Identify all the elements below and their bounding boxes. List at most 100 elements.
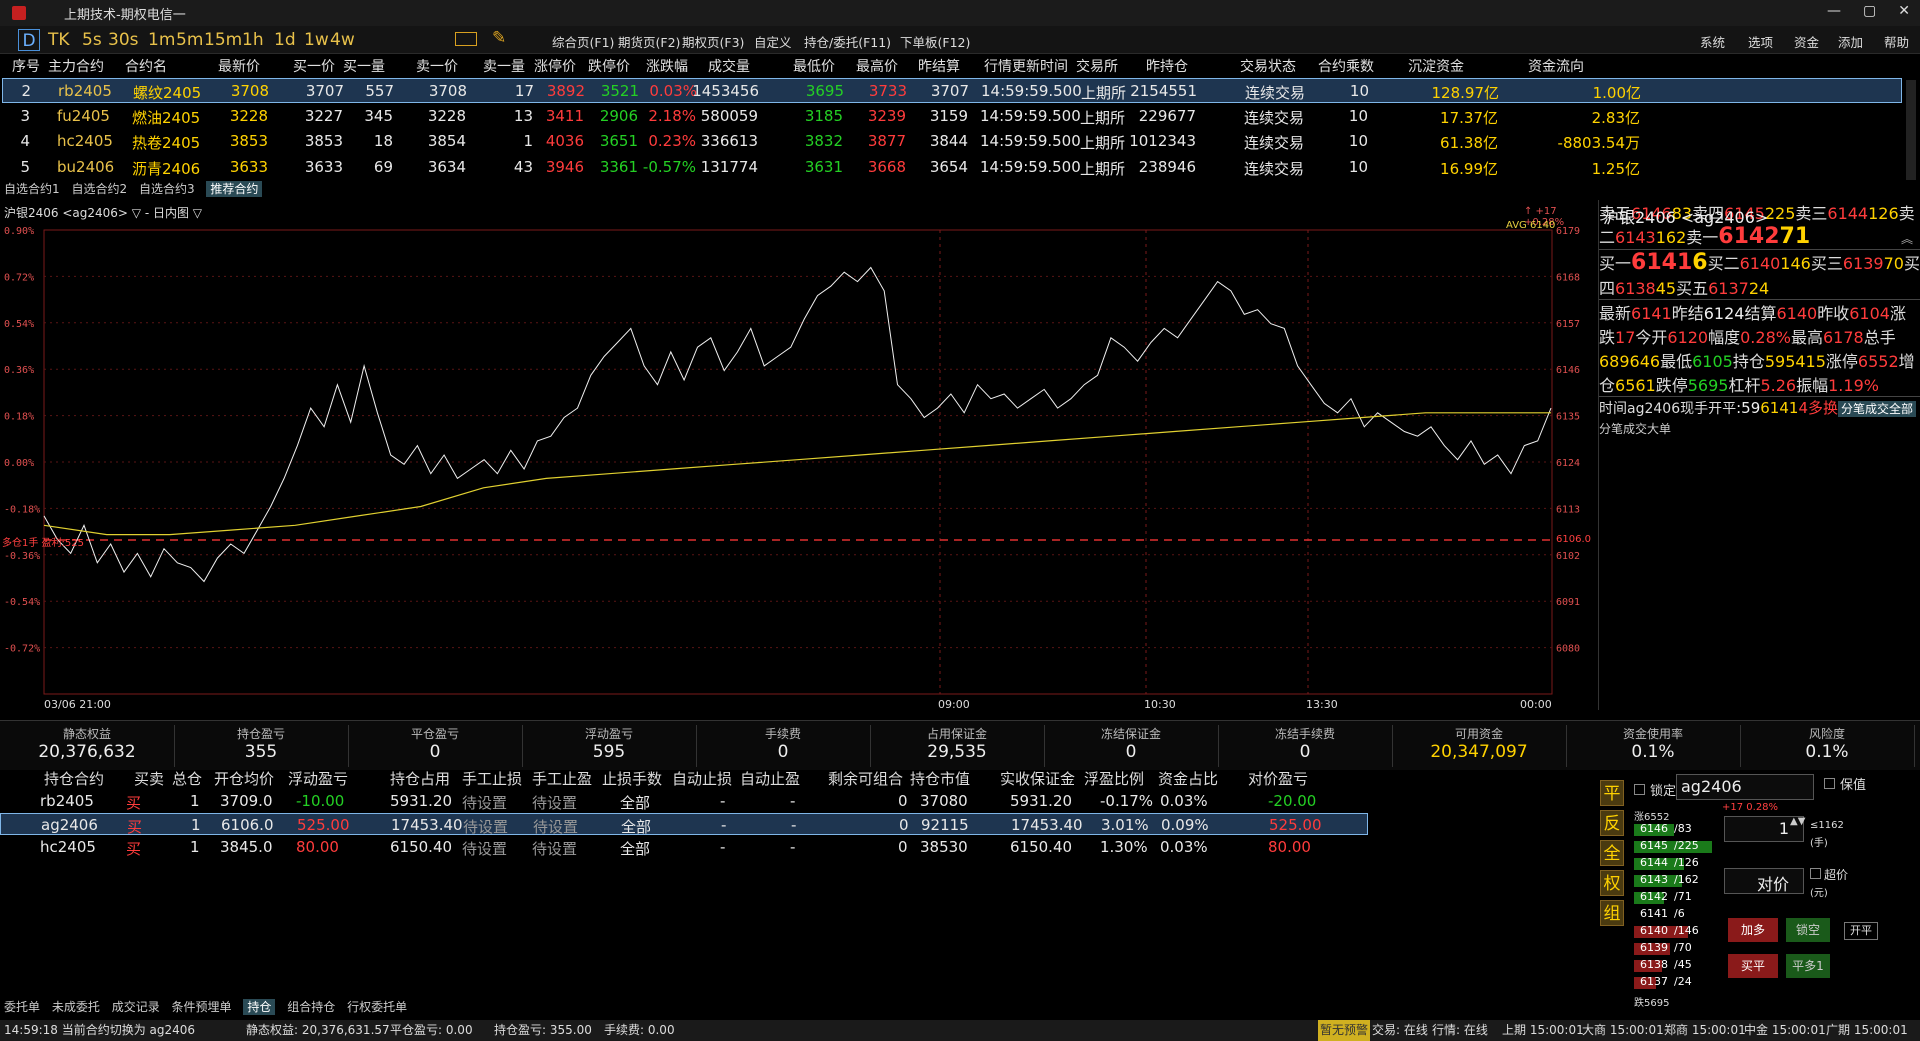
market-col-header[interactable]: 主力合约 bbox=[48, 56, 104, 76]
market-col-header[interactable]: 沉淀资金 bbox=[1408, 56, 1464, 76]
position-cell-sl[interactable]: 待设置 bbox=[462, 792, 507, 813]
position-col-header[interactable]: 总仓 bbox=[172, 768, 202, 789]
position-cell-tp[interactable]: 待设置 bbox=[532, 792, 577, 813]
timeframe-5m[interactable]: 5m bbox=[176, 29, 203, 51]
position-row[interactable]: hc2405 买 1 3845.0 80.00 6150.40 待设置 待设置 全部 - - 0 385… bbox=[0, 836, 1380, 858]
side-button-4[interactable]: 组 bbox=[1600, 900, 1624, 926]
tab-trades[interactable]: 成交记录 bbox=[112, 1000, 160, 1014]
tab-watch-2[interactable]: 自选合约2 bbox=[71, 182, 127, 196]
hedge-checkbox[interactable] bbox=[1824, 778, 1835, 789]
position-col-header[interactable]: 自动止损 bbox=[672, 768, 732, 789]
tab-big-ticks[interactable]: 分笔成交大单 bbox=[1599, 422, 1671, 436]
timeframe-15m[interactable]: 15m bbox=[204, 29, 242, 51]
position-col-header[interactable]: 对价盈亏 bbox=[1248, 768, 1308, 789]
market-row[interactable]: 4 hc2405 热卷2405 3853 3853 18 3854 1 4036 3651 0.23… bbox=[2, 129, 1902, 154]
menu-positions[interactable]: 持仓/委托(F11) bbox=[804, 32, 891, 51]
eraser-icon[interactable]: ✎ bbox=[492, 28, 506, 48]
tab-watch-3[interactable]: 自选合约3 bbox=[139, 182, 195, 196]
menu-system[interactable]: 系统 bbox=[1700, 32, 1725, 51]
timeframe-1h[interactable]: 1h bbox=[242, 29, 264, 51]
ladder-price[interactable]: 6145 bbox=[1640, 839, 1668, 852]
position-col-header[interactable]: 持仓占用 bbox=[390, 768, 450, 789]
position-col-header[interactable]: 自动止盈 bbox=[740, 768, 800, 789]
tab-conditional[interactable]: 条件预埋单 bbox=[172, 1000, 232, 1014]
minimize-button[interactable]: — bbox=[1827, 3, 1841, 19]
lock-short-button[interactable]: 锁空 bbox=[1786, 918, 1830, 942]
position-cell-sl[interactable]: 待设置 bbox=[462, 838, 507, 859]
market-col-header[interactable]: 昨持仓 bbox=[1146, 56, 1188, 76]
collapse-icon[interactable]: ︽ bbox=[1901, 230, 1913, 247]
position-col-header[interactable]: 浮盈比例 bbox=[1084, 768, 1144, 789]
position-col-header[interactable]: 浮动盈亏 bbox=[288, 768, 348, 789]
intraday-chart[interactable]: 沪银2406 <ag2406> ▽ - 日内图 ▽ ↑ +17 +0.28% A… bbox=[0, 200, 1598, 714]
ladder-price[interactable]: 6139 bbox=[1640, 941, 1668, 954]
tab-all-ticks[interactable]: 分笔成交全部 bbox=[1838, 401, 1917, 417]
market-row[interactable]: 5 bu2406 沥青2406 3633 3633 69 3634 43 3946 3361 -0.… bbox=[2, 155, 1902, 180]
market-col-header[interactable]: 序号 bbox=[12, 56, 40, 76]
market-row[interactable]: 3 fu2405 燃油2405 3228 3227 345 3228 13 3411 2906 2.… bbox=[2, 104, 1902, 129]
timeframe-1w[interactable]: 1w bbox=[304, 29, 329, 51]
position-col-header[interactable]: 买卖 bbox=[134, 768, 164, 789]
market-col-header[interactable]: 最新价 bbox=[218, 56, 260, 76]
market-col-header[interactable]: 成交量 bbox=[708, 56, 750, 76]
menu-add[interactable]: 添加 bbox=[1838, 32, 1863, 51]
position-row[interactable]: ag2406 买 1 6106.0 525.00 17453.40 待设置 待设置 全部 - -0 9… bbox=[0, 813, 1368, 837]
side-button-0[interactable]: 平 bbox=[1600, 780, 1624, 806]
market-col-header[interactable]: 昨结算 bbox=[918, 56, 960, 76]
rectangle-tool-icon[interactable] bbox=[455, 32, 477, 46]
position-row[interactable]: rb2405 买 1 3709.0 -10.00 5931.20 待设置 待设置 全部 - - 0 37… bbox=[0, 790, 1380, 812]
market-col-header[interactable]: 跌停价 bbox=[588, 56, 630, 76]
tab-pending[interactable]: 未成委托 bbox=[52, 1000, 100, 1014]
lock-checkbox[interactable] bbox=[1634, 784, 1645, 795]
timeframe-30s[interactable]: 30s bbox=[108, 29, 139, 51]
menu-options[interactable]: 期权页(F3) bbox=[682, 32, 744, 51]
menu-overview[interactable]: 综合页(F1) bbox=[552, 32, 614, 51]
position-col-header[interactable]: 实收保证金 bbox=[1000, 768, 1075, 789]
ladder-price[interactable]: 6138 bbox=[1640, 958, 1668, 971]
position-cell-sl[interactable]: 待设置 bbox=[463, 816, 508, 837]
add-long-button[interactable]: 加多 bbox=[1728, 918, 1778, 942]
position-cell-tp[interactable]: 待设置 bbox=[532, 838, 577, 859]
market-col-header[interactable]: 合约乘数 bbox=[1318, 56, 1374, 76]
tab-combo-positions[interactable]: 组合持仓 bbox=[287, 1000, 335, 1014]
menu-help[interactable]: 帮助 bbox=[1884, 32, 1909, 51]
market-col-header[interactable]: 涨跌幅 bbox=[646, 56, 688, 76]
open-close-button[interactable]: 开平 bbox=[1844, 922, 1878, 940]
market-col-header[interactable]: 最高价 bbox=[856, 56, 898, 76]
timeframe-5s[interactable]: 5s bbox=[82, 29, 102, 51]
timeframe-1m[interactable]: 1m bbox=[148, 29, 175, 51]
tab-recommended[interactable]: 推荐合约 bbox=[206, 181, 263, 197]
price-input[interactable]: 对价 bbox=[1724, 868, 1804, 894]
side-button-3[interactable]: 权 bbox=[1600, 870, 1624, 896]
market-col-header[interactable]: 买一价 bbox=[293, 56, 335, 76]
ladder-price[interactable]: 6137 bbox=[1640, 975, 1668, 988]
position-col-header[interactable]: 手工止损 bbox=[462, 768, 522, 789]
position-col-header[interactable]: 持仓市值 bbox=[910, 768, 970, 789]
position-col-header[interactable]: 资金占比 bbox=[1158, 768, 1218, 789]
timeframe-d[interactable]: D bbox=[18, 29, 40, 51]
side-button-1[interactable]: 反 bbox=[1600, 810, 1624, 836]
market-col-header[interactable]: 买一量 bbox=[343, 56, 385, 76]
market-col-header[interactable]: 合约名 bbox=[125, 56, 167, 76]
position-col-header[interactable]: 开仓均价 bbox=[214, 768, 274, 789]
tab-exercise[interactable]: 行权委托单 bbox=[347, 1000, 407, 1014]
tab-watch-1[interactable]: 自选合约1 bbox=[4, 182, 60, 196]
ladder-price[interactable]: 6146 bbox=[1640, 822, 1668, 835]
ladder-price[interactable]: 6140 bbox=[1640, 924, 1668, 937]
market-scrollbar[interactable] bbox=[1906, 80, 1916, 180]
timeframe-1d[interactable]: 1d bbox=[274, 29, 296, 51]
close-long-button[interactable]: 平多1 bbox=[1786, 954, 1830, 978]
market-col-header[interactable]: 卖一价 bbox=[416, 56, 458, 76]
buy-close-button[interactable]: 买平 bbox=[1728, 954, 1778, 978]
position-col-header[interactable]: 剩余可组合 bbox=[828, 768, 903, 789]
ladder-price[interactable]: 6143 bbox=[1640, 873, 1668, 886]
market-col-header[interactable]: 交易所 bbox=[1076, 56, 1118, 76]
market-col-header[interactable]: 涨停价 bbox=[534, 56, 576, 76]
maximize-button[interactable]: ▢ bbox=[1863, 3, 1876, 19]
menu-custom[interactable]: 自定义 bbox=[754, 32, 792, 51]
market-col-header[interactable]: 交易状态 bbox=[1240, 56, 1296, 76]
position-cell-tp[interactable]: 待设置 bbox=[533, 816, 578, 837]
market-col-header[interactable]: 行情更新时间 bbox=[984, 56, 1068, 76]
market-col-header[interactable]: 资金流向 bbox=[1528, 56, 1584, 76]
menu-futures[interactable]: 期货页(F2) bbox=[618, 32, 680, 51]
